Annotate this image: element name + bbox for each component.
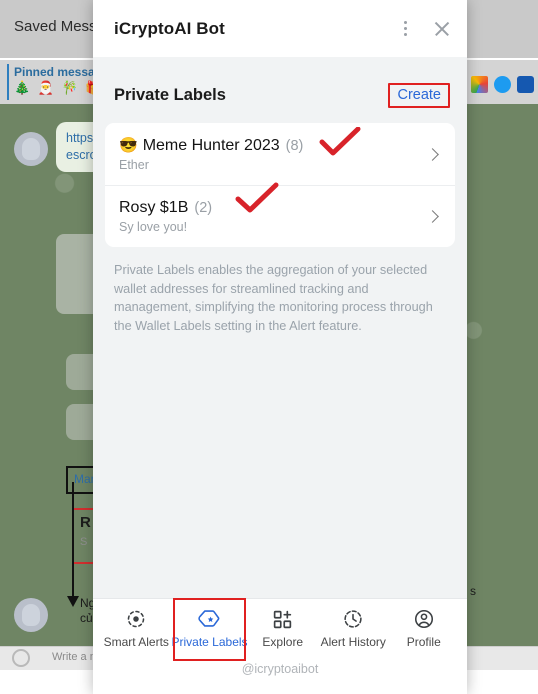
shield-icon[interactable] [517,76,534,93]
private-labels-list: 😎 Meme Hunter 2023 (8) Ether Rosy $1B (2… [105,123,455,247]
annotation-red-sub: S [80,536,88,548]
panel-body: Private Labels Create 😎 Meme Hunter 2023… [93,57,467,598]
sunglasses-emoji-icon: 😎 [119,137,138,154]
nav-label: Alert History [320,635,386,649]
nav-label: Private Labels [171,635,248,649]
annotation-red-title: R [80,514,91,531]
annotation-arrow [67,482,79,607]
grid-plus-icon [272,608,293,630]
panel-header: iCryptoAI Bot [93,0,467,57]
clock-history-icon [342,608,364,630]
list-item-name: Rosy $1B [119,199,189,216]
panel-footer: @icryptoaibot [93,658,467,694]
pinned-message-emoji: 🎄 🎅 🎋 🎁 [14,80,104,95]
list-item-content: Rosy $1B (2) Sy love you! [119,199,428,234]
smart-alerts-icon [125,608,147,630]
private-labels-description: Private Labels enables the aggregation o… [114,263,433,333]
verified-badge-icon[interactable] [494,76,511,93]
avatar [14,132,48,166]
list-item-content: 😎 Meme Hunter 2023 (8) Ether [119,136,428,172]
list-item-title-line: Rosy $1B (2) [119,199,428,217]
panel-title: iCryptoAI Bot [114,18,225,38]
section-title: Private Labels [114,85,226,104]
nav-item-profile[interactable]: Profile [389,604,459,653]
list-item-count: (2) [194,200,213,216]
list-item-count: (8) [285,138,304,154]
list-item[interactable]: 😎 Meme Hunter 2023 (8) Ether [105,123,455,185]
nav-item-explore[interactable]: Explore [248,604,318,653]
panel-header-actions [397,20,451,38]
profile-icon [413,608,435,630]
nav-label: Profile [406,635,441,649]
list-item-title-line: 😎 Meme Hunter 2023 (8) [119,136,428,155]
avatar [14,598,48,632]
list-item[interactable]: Rosy $1B (2) Sy love you! [105,182,455,247]
nav-item-smart-alerts[interactable]: Smart Alerts [101,604,171,653]
bot-webapp-panel: iCryptoAI Bot Private Labels Create 😎 Me… [93,0,467,694]
chevron-right-icon[interactable] [426,210,439,223]
google-play-icon[interactable] [471,76,488,93]
list-item-subtitle: Ether [119,158,149,172]
attach-icon[interactable] [12,649,30,667]
annotation-right-text: s [470,584,476,598]
pinned-accent-bar [7,64,9,100]
nav-item-private-labels[interactable]: Private Labels [171,598,248,661]
close-icon[interactable] [433,20,451,38]
create-button-highlight: Create [388,82,450,108]
chevron-right-icon[interactable] [426,147,439,161]
browser-extension-icons[interactable] [471,76,534,93]
bottom-navigation: Smart Alerts Private Labels Explore Aler… [93,598,467,661]
list-item-subtitle: Sy love you! [119,220,188,234]
bot-handle: @icryptoaibot [241,662,319,676]
private-labels-section-header: Private Labels Create [105,71,455,119]
nav-item-alert-history[interactable]: Alert History [318,604,388,653]
create-button[interactable]: Create [397,87,441,103]
screen: Saved Messages Pinned message 🎄 🎅 🎋 🎁 ht… [0,0,538,694]
nav-label: Smart Alerts [103,635,169,649]
list-item-name: Meme Hunter 2023 [142,137,280,154]
nav-label: Explore [262,635,304,649]
more-vertical-icon[interactable] [397,20,413,38]
tag-icon [197,608,222,630]
